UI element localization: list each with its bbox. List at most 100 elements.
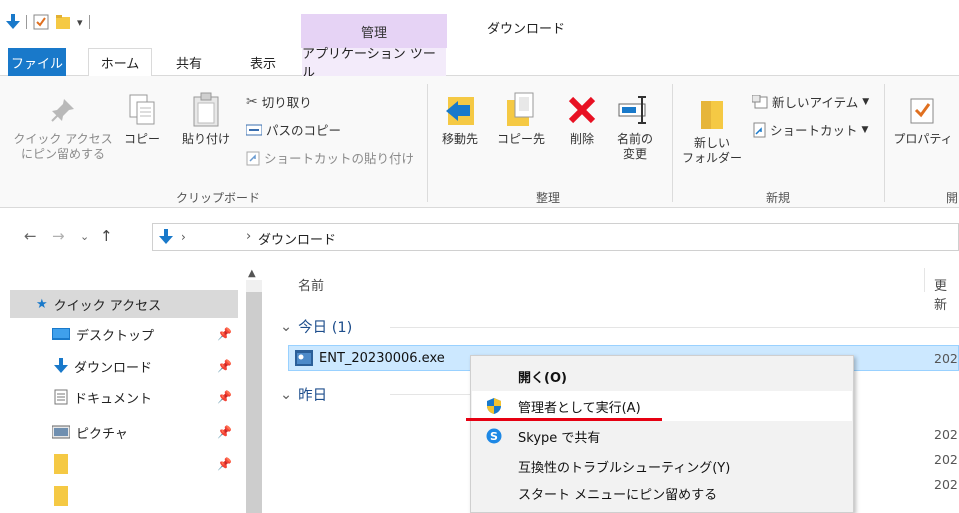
menu-item-troubleshoot-compatibility[interactable]: 互換性のトラブルシューティング(Y) — [472, 451, 852, 481]
copy-to-button[interactable]: コピー先 — [492, 90, 550, 147]
shortcut-icon — [753, 122, 766, 137]
column-header-name[interactable]: 名前 — [298, 275, 324, 294]
nav-item-label: ピクチャ — [76, 426, 128, 442]
scroll-up-icon[interactable]: ▲ — [248, 268, 256, 279]
nav-item-label: ドキュメント — [74, 391, 153, 407]
pin-icon[interactable]: 📌 — [217, 359, 232, 373]
column-divider[interactable] — [924, 268, 925, 292]
move-to-button[interactable]: 移動先 — [432, 90, 488, 147]
ribbon-tabs: ファイル ホーム 共有 表示 アプリケーション ツール — [0, 47, 959, 81]
group-divider-line — [390, 327, 959, 328]
dropdown-arrow-icon: ▼ — [861, 124, 869, 135]
paste-button[interactable]: 貼り付け — [176, 90, 236, 147]
pin-icon[interactable]: 📌 — [217, 425, 232, 439]
move-to-icon — [446, 97, 474, 125]
group-header-today[interactable]: ⌄ 今日 (1) — [280, 316, 352, 337]
delete-label: 削除 — [569, 132, 594, 146]
nav-item-downloads[interactable]: ダウンロード 📌 — [10, 352, 238, 380]
cut-button[interactable]: ✂ 切り取り — [246, 92, 312, 111]
properties-check-icon[interactable] — [33, 14, 49, 30]
copy-path-button[interactable]: パスのコピー — [246, 120, 341, 139]
easy-access-button[interactable]: ショートカット ▼ — [752, 120, 868, 139]
menu-item-label: スタート メニューにピン留めする — [518, 487, 718, 503]
new-folder-icon[interactable] — [55, 14, 71, 30]
menu-item-run-as-admin[interactable]: 管理者として実行(A) — [472, 391, 852, 421]
nav-item-pictures[interactable]: ピクチャ 📌 — [10, 418, 238, 446]
customize-toolbar-icon[interactable]: ▾ — [77, 16, 83, 29]
menu-item-share-skype[interactable]: S Skype で共有 — [472, 421, 852, 451]
copy-path-icon — [246, 124, 262, 135]
nav-item-desktop[interactable]: デスクトップ 📌 — [10, 320, 238, 348]
nav-item-label: デスクトップ — [76, 328, 155, 344]
rename-label: 名前の 変更 — [616, 132, 653, 161]
context-menu: 開く(O) 管理者として実行(A) S Skype で共有 互換性のトラブルシュ… — [470, 355, 854, 513]
new-item-label: 新しいアイテム — [772, 95, 859, 110]
paste-shortcut-icon — [246, 151, 260, 165]
easy-access-label: ショートカット — [770, 123, 858, 138]
new-item-button[interactable]: 新しいアイテム ▼ — [752, 92, 869, 111]
file-date: 202 — [934, 477, 958, 492]
menu-item-label: 開く(O) — [518, 370, 567, 386]
breadcrumb-downloads[interactable]: ダウンロード — [258, 229, 336, 248]
up-arrow-icon[interactable]: ↑ — [100, 227, 113, 245]
file-date: 202 — [934, 452, 958, 467]
svg-text:S: S — [490, 430, 498, 443]
new-item-icon — [752, 94, 768, 108]
rename-icon — [618, 96, 646, 124]
copy-icon — [129, 94, 155, 125]
file-name: ENT_20230006.exe — [319, 350, 445, 366]
nav-quick-access-label: クイック アクセス — [53, 298, 162, 314]
copy-label: コピー — [123, 132, 160, 146]
properties-button[interactable]: プロパティ — [890, 90, 956, 147]
breadcrumb-separator[interactable]: › — [246, 229, 251, 244]
group-label-organize: 整理 — [536, 191, 561, 205]
download-arrow-icon[interactable] — [6, 14, 20, 30]
new-folder-label: 新しい フォルダー — [681, 136, 742, 165]
move-to-label: 移動先 — [441, 132, 478, 146]
tab-home[interactable]: ホーム — [88, 48, 152, 77]
file-date: 202 — [934, 427, 958, 442]
nav-item-folder[interactable]: 📌 — [10, 450, 238, 478]
chevron-down-icon: ⌄ — [280, 386, 293, 403]
pin-icon — [51, 99, 74, 122]
desktop-icon — [52, 328, 70, 340]
menu-item-open[interactable]: 開く(O) — [472, 361, 852, 391]
copy-button[interactable]: コピー — [122, 90, 162, 147]
scrollbar-thumb[interactable] — [246, 292, 262, 513]
group-header-yesterday[interactable]: ⌄ 昨日 — [280, 384, 327, 405]
pin-icon[interactable]: 📌 — [217, 327, 232, 341]
copy-to-label: コピー先 — [496, 132, 545, 146]
download-arrow-icon — [54, 358, 68, 373]
pin-icon[interactable]: 📌 — [217, 457, 232, 471]
menu-item-label: Skype で共有 — [518, 430, 601, 446]
nav-item-folder[interactable] — [10, 482, 238, 510]
tab-file[interactable]: ファイル — [8, 48, 66, 76]
folder-icon — [701, 101, 723, 129]
chevron-down-icon: ⌄ — [280, 318, 293, 335]
delete-button[interactable]: 削除 — [560, 90, 604, 147]
tab-share[interactable]: 共有 — [166, 48, 212, 76]
star-icon: ★ — [36, 296, 48, 312]
new-folder-button[interactable]: 新しい フォルダー — [680, 94, 744, 166]
breadcrumb-separator[interactable]: › — [181, 230, 186, 244]
tab-application-tools[interactable]: アプリケーション ツール — [302, 47, 446, 81]
forward-arrow-icon[interactable]: → — [52, 227, 65, 245]
folder-icon — [54, 486, 68, 506]
rename-button[interactable]: 名前の 変更 — [610, 90, 660, 162]
quick-access-toolbar: ▾ — [6, 14, 90, 30]
copy-path-label: パスのコピー — [266, 123, 342, 138]
paste-shortcut-button[interactable]: ショートカットの貼り付け — [246, 148, 414, 167]
group-divider — [884, 84, 885, 202]
pin-quick-access-button[interactable]: クイック アクセス にピン留めする — [4, 90, 122, 162]
menu-item-pin-to-start[interactable]: スタート メニューにピン留めする — [472, 478, 852, 508]
tab-view[interactable]: 表示 — [240, 48, 286, 76]
nav-item-documents[interactable]: ドキュメント 📌 — [10, 383, 238, 411]
pin-icon[interactable]: 📌 — [217, 390, 232, 404]
toolbar-divider — [88, 15, 90, 29]
back-arrow-icon[interactable]: ← — [24, 227, 37, 245]
nav-quick-access[interactable]: ★ クイック アクセス — [10, 290, 238, 318]
group-header-label: 昨日 — [298, 388, 328, 404]
recent-locations-icon[interactable]: ⌄ — [80, 230, 89, 243]
column-header-modified[interactable]: 更新 — [934, 275, 959, 313]
pin-quick-access-label: クイック アクセス にピン留めする — [13, 132, 113, 161]
